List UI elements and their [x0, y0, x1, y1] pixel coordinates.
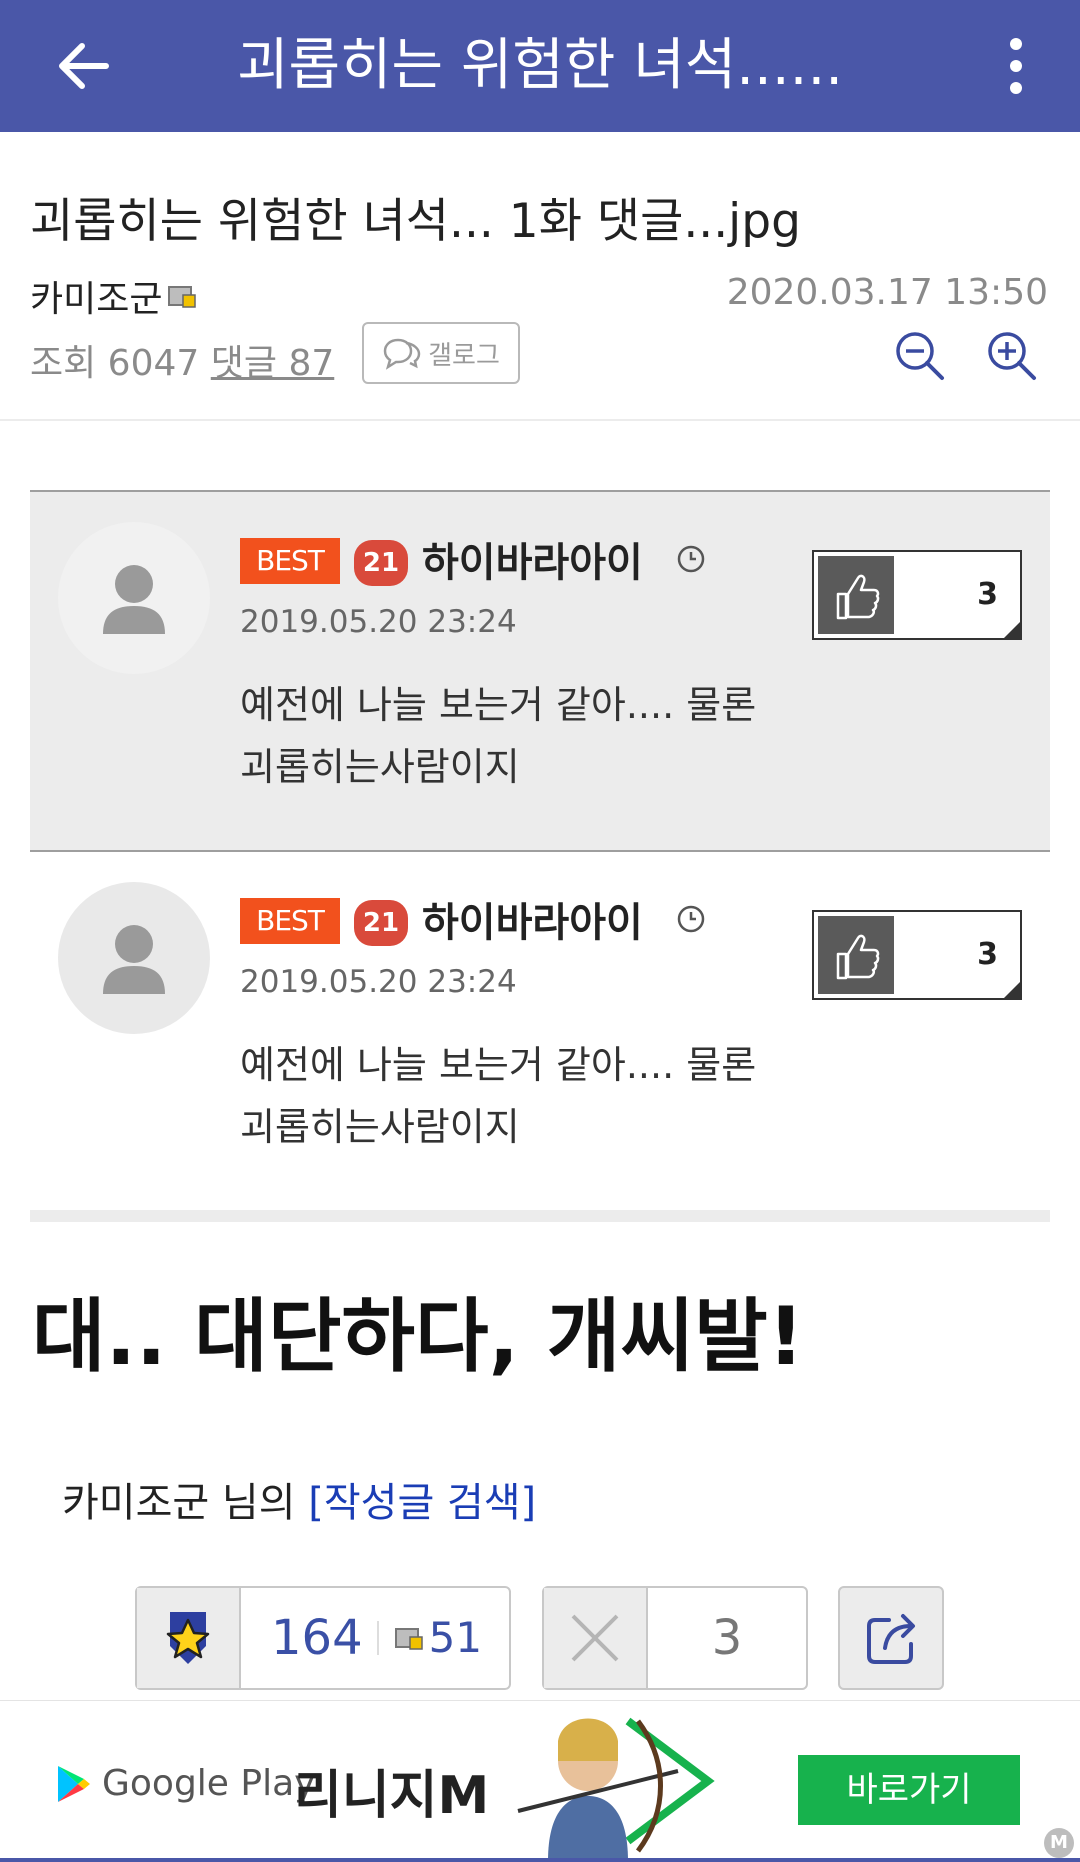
thumbs-up-icon — [818, 916, 894, 994]
star-icon — [137, 1588, 241, 1688]
avatar — [58, 522, 210, 674]
author-name[interactable]: 카미조군 — [30, 270, 162, 322]
game-title: 리니지M — [294, 1766, 490, 1826]
zoom-out-icon[interactable] — [892, 328, 946, 382]
level-badge: 21 — [354, 900, 408, 946]
fixed-recommend-count: 51 — [428, 1613, 483, 1662]
comment-item: BEST 21 하이바라아이 2019.05.20 23:24 예전에 나늘 보… — [30, 850, 1050, 1210]
store-name: Google Play — [102, 1763, 316, 1804]
view-count: 조회 6047 — [30, 343, 200, 384]
comment-item: BEST 21 하이바라아이 2019.05.20 23:24 예전에 나늘 보… — [30, 490, 1050, 850]
comment-text: 예전에 나늘 보는거 같아.... 물론 괴롭히는사람이지 — [240, 1043, 757, 1149]
comment-nickname[interactable]: 하이바라아이 — [422, 890, 643, 948]
x-icon — [544, 1588, 648, 1688]
best-badge: BEST — [240, 538, 340, 584]
post-body-headline: 대.. 대단하다, 개씨발! — [32, 1290, 805, 1383]
comment-list: BEST 21 하이바라아이 2019.05.20 23:24 예전에 나늘 보… — [30, 490, 1050, 1210]
user-icon — [103, 925, 165, 994]
post-title: 괴롭히는 위험한 녀석... 1화 댓글...jpg — [30, 194, 801, 249]
user-icon — [103, 565, 165, 634]
comment-text: 예전에 나늘 보는거 같아.... 물론 괴롭히는사람이지 — [240, 683, 757, 789]
comment-nickname[interactable]: 하이바라아이 — [422, 530, 643, 588]
ad-banner[interactable]: Google Play 리니지M 바로가기 M — [0, 1700, 1080, 1862]
speech-bubble-icon — [383, 338, 421, 370]
fixed-nick-icon — [394, 1628, 423, 1650]
comment-date: 2019.05.20 23:24 — [240, 604, 517, 640]
google-play-icon — [58, 1765, 90, 1802]
clock-icon — [677, 905, 705, 933]
like-count: 3 — [977, 577, 998, 612]
app-bar: 괴롭히는 위험한 녀석...... — [0, 0, 1080, 132]
gallog-button[interactable]: 갤로그 — [362, 322, 520, 384]
fixed-nick-icon — [168, 286, 197, 308]
game-character-art — [517, 1717, 715, 1861]
clock-icon — [677, 545, 705, 573]
best-badge: BEST — [240, 898, 340, 944]
thumbs-up-icon — [818, 556, 894, 634]
gallog-label: 갤로그 — [428, 340, 500, 371]
comments-end-bar — [30, 1210, 1050, 1222]
ad-badge: M — [1044, 1828, 1074, 1858]
post-author[interactable]: 카미조군 — [30, 270, 198, 322]
google-play-logo: Google Play — [56, 1763, 315, 1804]
author-prefix: 카미조군 님의 — [62, 1480, 309, 1526]
avatar — [58, 882, 210, 1034]
header-divider — [0, 419, 1080, 421]
share-button[interactable] — [838, 1586, 944, 1690]
back-arrow-icon[interactable] — [48, 30, 120, 102]
appbar-title: 괴롭히는 위험한 녀석...... — [236, 33, 844, 98]
zoom-in-icon[interactable] — [984, 328, 1038, 382]
post-stats: 조회 6047 댓글 87 — [30, 334, 334, 386]
like-count: 3 — [977, 937, 998, 972]
share-icon — [867, 1614, 915, 1664]
like-button[interactable]: 3 — [812, 550, 1022, 640]
recommend-count: 164 — [271, 1610, 363, 1666]
recommend-button[interactable]: 164 51 — [135, 1586, 511, 1690]
post-date: 2020.03.17 13:50 — [726, 272, 1048, 313]
author-posts-search-link[interactable]: [작성글 검색] — [308, 1480, 536, 1526]
ad-cta-button[interactable]: 바로가기 — [798, 1755, 1020, 1825]
not-recommend-count: 3 — [711, 1610, 743, 1666]
more-options-icon[interactable] — [996, 34, 1036, 98]
level-badge: 21 — [354, 540, 408, 586]
like-button[interactable]: 3 — [812, 910, 1022, 1000]
not-recommend-button[interactable]: 3 — [542, 1586, 808, 1690]
comment-date: 2019.05.20 23:24 — [240, 964, 517, 1000]
author-search-line: 카미조군 님의 [작성글 검색] — [62, 1470, 536, 1528]
comment-count-link[interactable]: 댓글 87 — [211, 343, 335, 384]
